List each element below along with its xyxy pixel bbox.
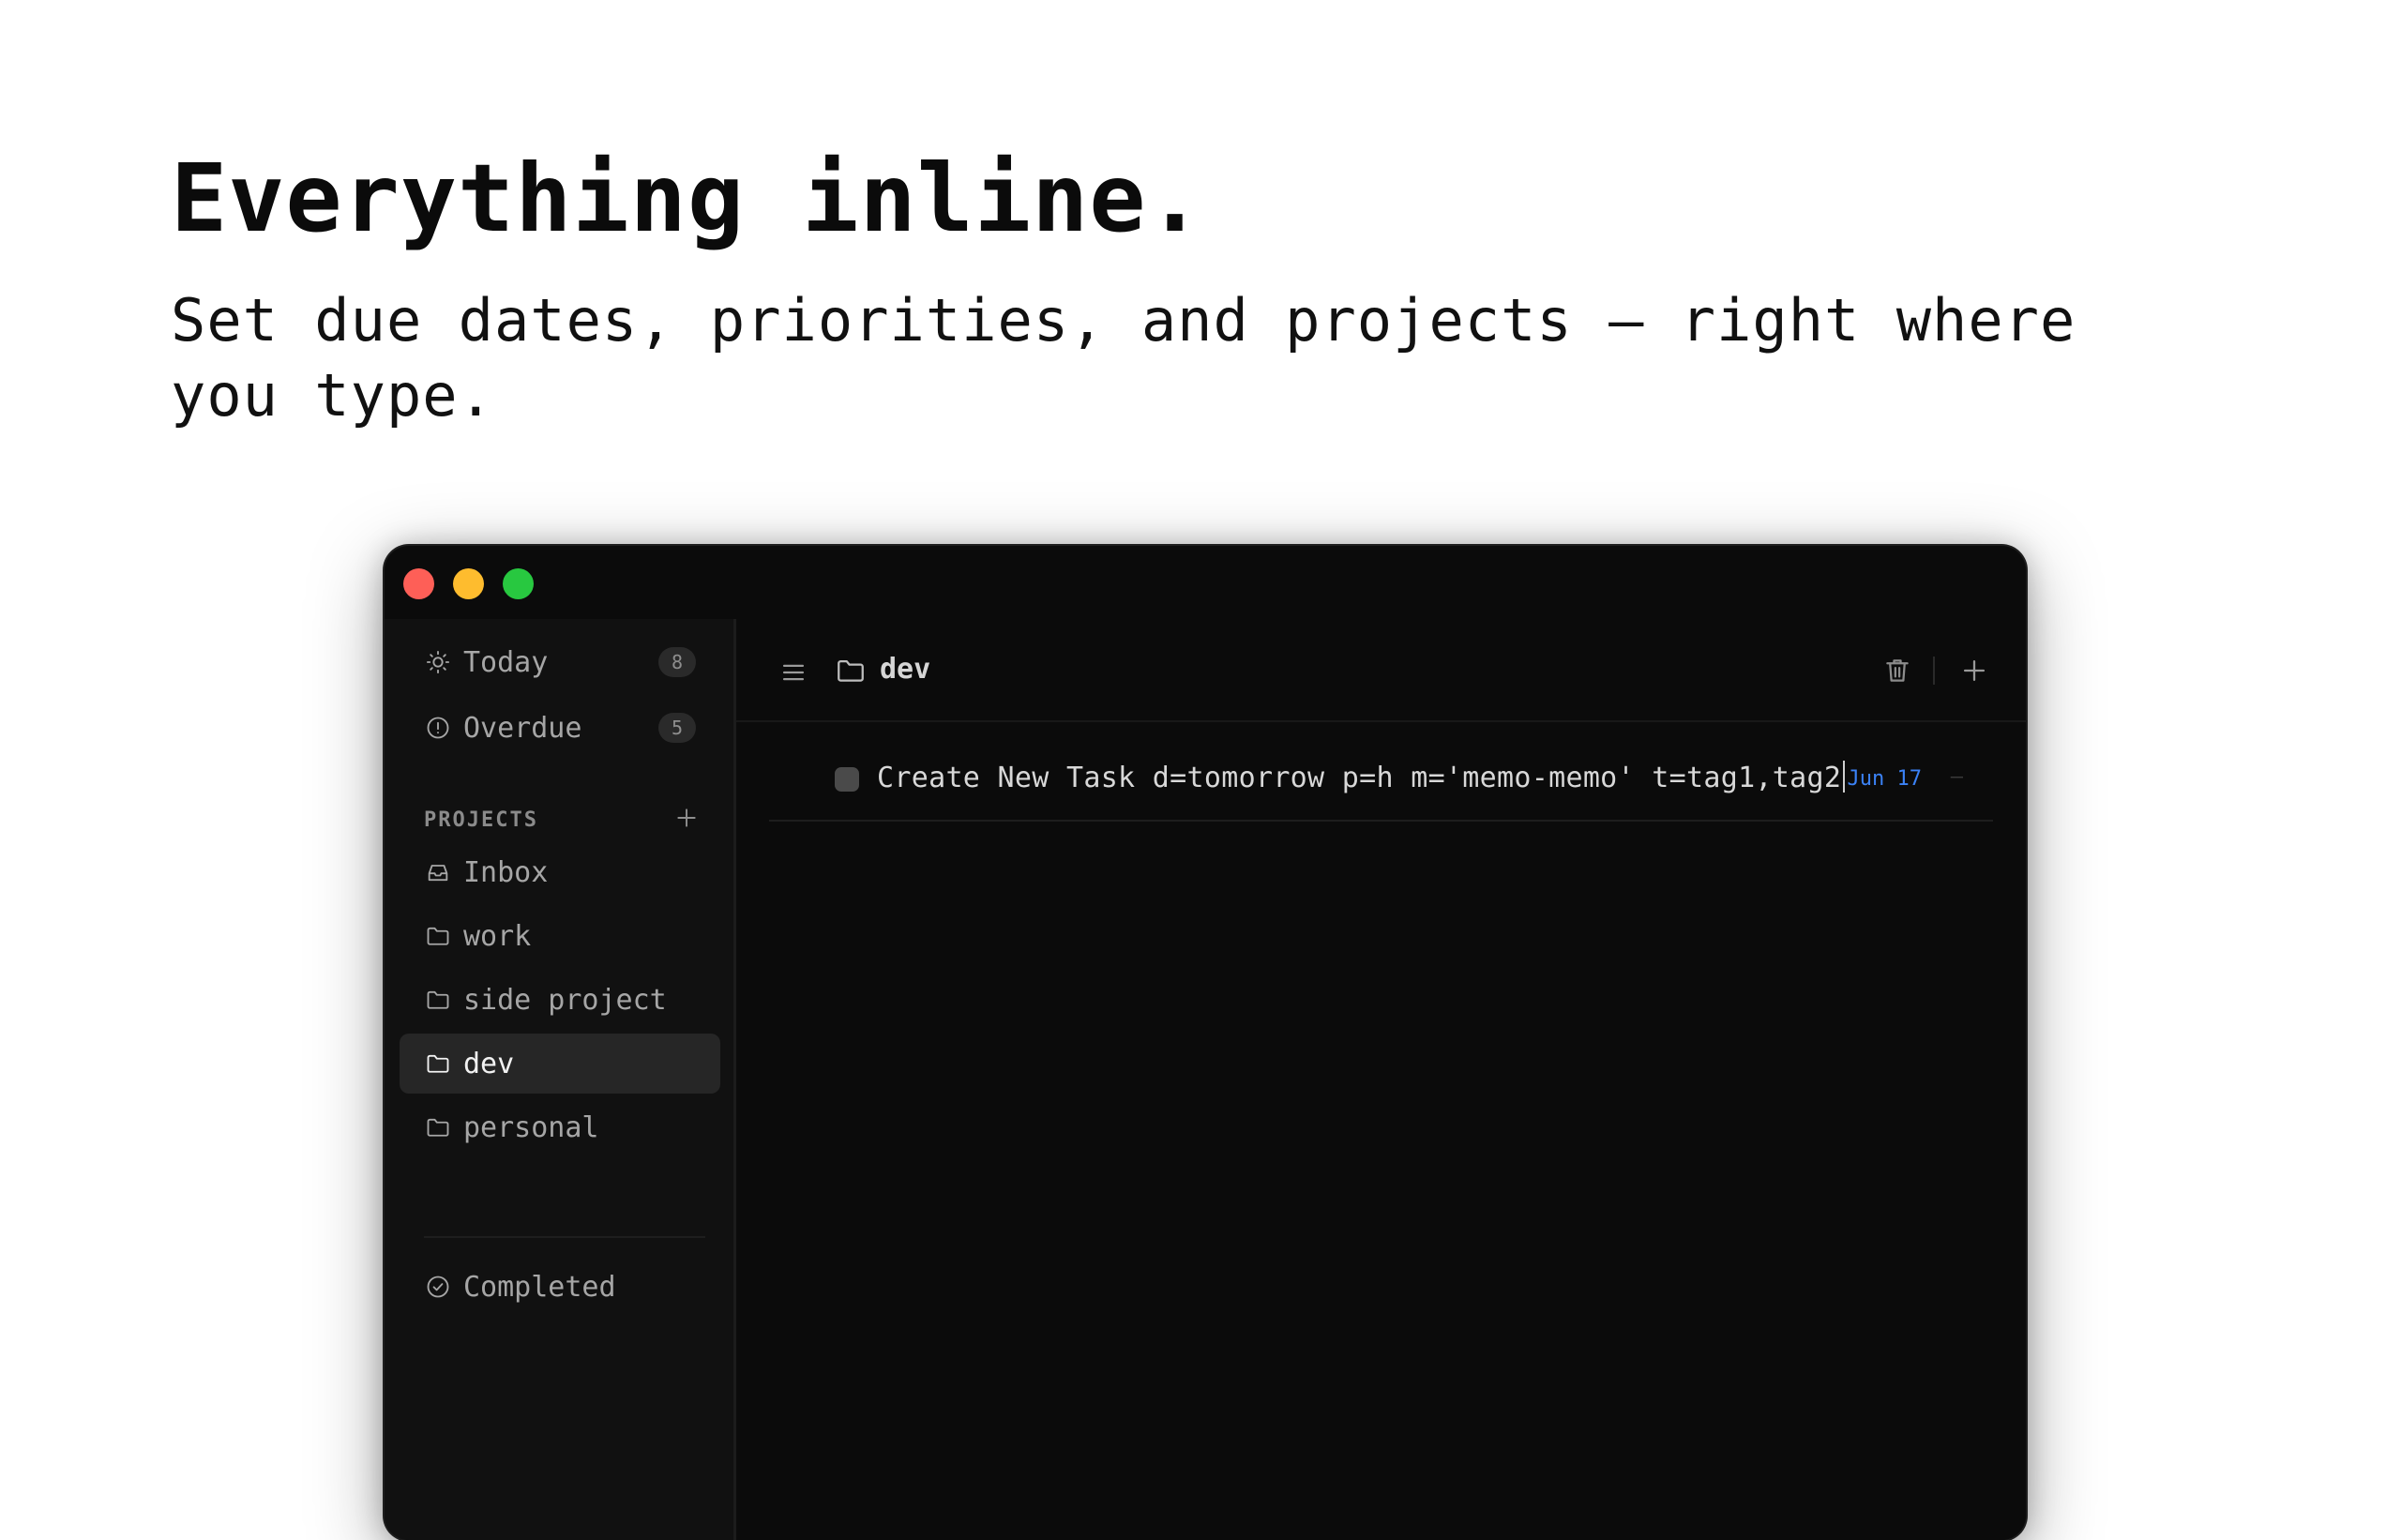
toolbar-divider [1933, 657, 1935, 685]
alert-circle-icon [424, 714, 452, 742]
folder-icon [424, 1113, 452, 1141]
task-due-date[interactable]: Jun 17 [1848, 767, 1922, 792]
sidebar-item-label: Inbox [463, 855, 549, 889]
count-badge: 5 [658, 713, 696, 743]
folder-icon [424, 922, 452, 950]
task-input[interactable]: Create New Task d=tomorrow p=h m='memo-m… [877, 759, 1846, 798]
sidebar-item-label: side project [463, 983, 667, 1017]
task-text: Create New Task d=tomorrow p=h m='memo-m… [877, 762, 1842, 794]
projects-section-label: PROJECTS [424, 808, 538, 832]
sidebar-item-side-project[interactable]: side project [400, 970, 720, 1030]
toggle-sidebar-button[interactable] [778, 657, 809, 688]
sidebar-item-label: dev [463, 1047, 515, 1080]
sidebar-item-personal[interactable]: personal [400, 1097, 720, 1157]
sidebar-divider [424, 1236, 705, 1238]
sun-icon [424, 648, 452, 676]
sidebar-item-label: personal [463, 1110, 599, 1144]
folder-icon [835, 655, 867, 687]
sidebar-item-completed[interactable]: Completed [400, 1257, 720, 1317]
sidebar-item-label: Today [463, 645, 549, 679]
sidebar-item-label: Completed [463, 1270, 616, 1304]
main-toolbar: dev [736, 619, 2026, 722]
inbox-icon [424, 858, 452, 886]
sidebar-item-dev[interactable]: dev [400, 1034, 720, 1094]
task-priority-indicator[interactable]: — [1951, 765, 1963, 789]
sidebar-item-inbox[interactable]: Inbox [400, 842, 720, 902]
trash-icon [1886, 659, 1909, 682]
project-title: dev [880, 653, 931, 686]
add-project-button[interactable] [668, 799, 705, 837]
sidebar-item-today[interactable]: Today 8 [400, 632, 720, 692]
sidebar-item-label: Overdue [463, 711, 582, 745]
hero-title: Everything inline. [171, 143, 1204, 253]
task-row[interactable]: Create New Task d=tomorrow p=h m='memo-m… [769, 743, 1993, 822]
sidebar-item-work[interactable]: work [400, 906, 720, 966]
sidebar-item-label: work [463, 919, 532, 953]
delete-button[interactable] [1881, 655, 1913, 687]
text-caret [1843, 761, 1846, 793]
plus-icon [1963, 659, 1986, 682]
sidebar-item-overdue[interactable]: Overdue 5 [400, 698, 720, 758]
folder-icon [424, 986, 452, 1014]
zoom-window-button[interactable] [503, 568, 534, 599]
menu-icon [782, 664, 805, 681]
hero-subtitle: Set due dates, priorities, and projects … [171, 286, 2076, 430]
app-window: Today 8 Overdue 5 PROJECTS Inbox work si… [385, 546, 2026, 1540]
minimize-window-button[interactable] [453, 568, 484, 599]
check-circle-icon [424, 1273, 452, 1301]
plus-icon [677, 808, 696, 827]
traffic-lights [403, 568, 534, 599]
sidebar: Today 8 Overdue 5 PROJECTS Inbox work si… [385, 619, 736, 1540]
main-panel: dev Create New Task d=tomorrow p=h m='me… [736, 619, 2026, 1540]
add-task-button[interactable] [1958, 655, 1990, 687]
folder-icon [424, 1049, 452, 1078]
close-window-button[interactable] [403, 568, 434, 599]
count-badge: 8 [658, 647, 696, 677]
task-checkbox[interactable] [835, 767, 859, 792]
